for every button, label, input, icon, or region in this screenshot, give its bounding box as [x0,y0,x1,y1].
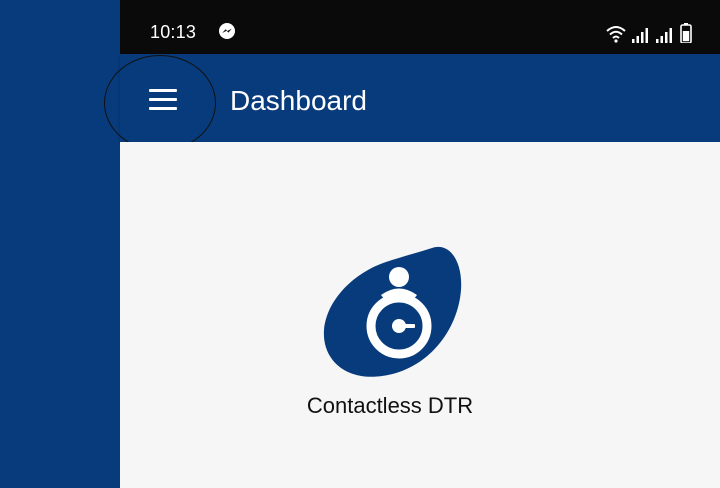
dashboard-content: Contactless DTR [120,142,720,488]
screen: 10:13 Dashboard Contactless DTR [0,0,720,488]
status-bar: 10:13 [120,0,720,54]
wifi-icon [606,26,626,43]
left-blue-panel [0,0,120,488]
signal-icon [632,28,648,43]
page-title: Dashboard [230,85,367,116]
battery-icon [680,23,692,43]
signal-icon [656,28,672,43]
stopwatch-person-icon [323,246,462,377]
messenger-icon [219,23,235,39]
contactless-dtr-tile[interactable]: Contactless DTR [290,242,490,432]
status-icons [606,21,692,43]
status-time: 10:13 [150,22,197,42]
tile-label: Contactless DTR [306,393,474,418]
menu-highlight-circle [104,55,216,151]
